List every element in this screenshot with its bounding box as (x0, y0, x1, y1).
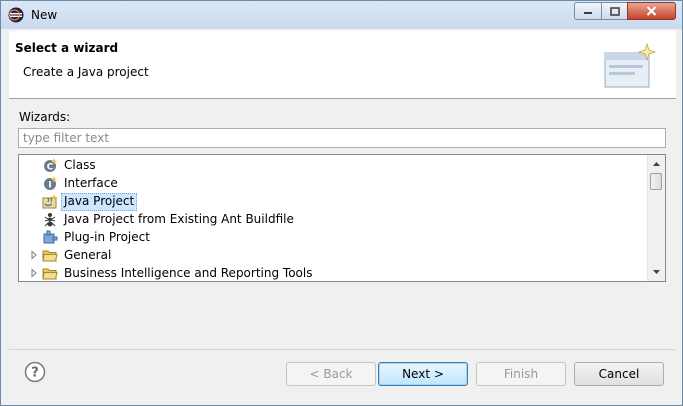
header-title: Select a wizard (15, 41, 119, 55)
new-wizard-banner-icon (604, 42, 657, 88)
scrollbar-thumb[interactable] (650, 173, 662, 190)
close-icon (646, 6, 657, 16)
svg-text:?: ? (31, 366, 39, 381)
plugin-project-icon (43, 230, 58, 244)
tree-item-label: General (64, 248, 112, 262)
title-bar[interactable]: New (1, 1, 682, 29)
scroll-up-icon[interactable] (652, 160, 661, 168)
wizards-label: Wizards: (19, 110, 71, 124)
svg-text:C: C (47, 163, 54, 173)
folder-icon (42, 250, 58, 262)
cancel-button[interactable]: Cancel (574, 362, 664, 386)
expand-arrow-icon[interactable] (29, 268, 39, 278)
help-icon[interactable]: ? (24, 361, 46, 383)
java-class-icon: C (44, 158, 58, 173)
next-button[interactable]: Next > (378, 362, 468, 386)
tree-item-label: Business Intelligence and Reporting Tool… (64, 266, 313, 280)
tree-item-label: Java Project (61, 193, 138, 211)
window-title: New (31, 8, 58, 22)
header-description: Create a Java project (23, 65, 149, 79)
filter-input[interactable] (18, 128, 666, 148)
back-button[interactable]: < Back (286, 362, 376, 386)
tree-item-label: Interface (64, 176, 118, 190)
maximize-icon (609, 6, 620, 16)
expand-arrow-icon[interactable] (29, 250, 39, 260)
close-button[interactable] (627, 2, 676, 20)
tree-item-label: Class (64, 158, 96, 172)
minimize-button[interactable] (574, 2, 602, 20)
button-bar-separator (9, 349, 676, 350)
folder-icon (42, 268, 58, 280)
new-wizard-dialog: New Select a wizard Create a Java projec… (0, 0, 683, 406)
svg-text:I: I (48, 181, 51, 191)
wizard-header: Select a wizard Create a Java project (9, 31, 676, 99)
java-project-icon (42, 194, 58, 209)
finish-button[interactable]: Finish (476, 362, 566, 386)
tree-item-label: Plug-in Project (64, 230, 150, 244)
vertical-scrollbar[interactable] (647, 155, 665, 281)
minimize-icon (584, 12, 592, 14)
eclipse-icon (8, 7, 24, 23)
maximize-button[interactable] (601, 2, 628, 20)
wizard-tree[interactable]: C Class I Interface Java Project Java Pr… (18, 154, 666, 282)
ant-icon (44, 213, 56, 227)
scroll-down-icon[interactable] (652, 268, 661, 276)
tree-item-label: Java Project from Existing Ant Buildfile (64, 212, 294, 226)
java-interface-icon: I (44, 176, 58, 191)
